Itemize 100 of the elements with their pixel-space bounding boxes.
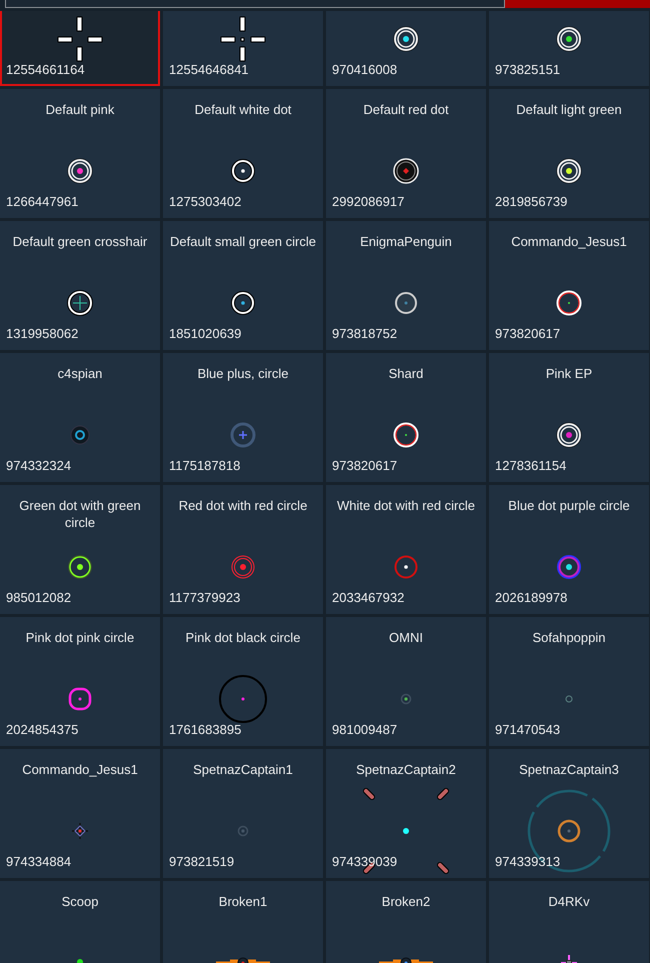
crosshair-name: D4RKv bbox=[548, 894, 590, 909]
crosshair-icon bbox=[230, 554, 256, 580]
crosshair-id: 1761683895 bbox=[169, 722, 242, 737]
crosshair-icon bbox=[221, 17, 265, 61]
crosshair-icon bbox=[230, 422, 256, 448]
crosshair-card[interactable]: Pink dot pink circle 2024854375 bbox=[0, 617, 160, 746]
crosshair-name: Commando_Jesus1 bbox=[511, 234, 627, 249]
crosshair-card[interactable]: Shard 973820617 bbox=[326, 353, 486, 482]
crosshair-icon bbox=[555, 157, 583, 185]
crosshair-card[interactable]: Default pink 1266447961 bbox=[0, 89, 160, 218]
crosshair-card[interactable]: 973825151 bbox=[489, 11, 649, 86]
crosshair-id: 971470543 bbox=[495, 722, 560, 737]
crosshair-icon bbox=[67, 554, 93, 580]
crosshair-id: 12554661164 bbox=[6, 62, 85, 77]
crosshair-card[interactable]: Commando_Jesus1 973820617 bbox=[489, 221, 649, 350]
crosshair-name: Red dot with red circle bbox=[178, 498, 308, 513]
crosshair-icon bbox=[58, 17, 102, 61]
crosshair-id: 974339313 bbox=[495, 854, 560, 869]
crosshair-id: 970416008 bbox=[332, 62, 398, 77]
crosshair-id: 2819856739 bbox=[495, 194, 568, 209]
crosshair-icon bbox=[66, 685, 94, 713]
crosshair-card[interactable]: 12554661164 bbox=[0, 11, 160, 86]
crosshair-card[interactable]: Default red dot 2992086917 bbox=[326, 89, 486, 218]
crosshair-icon bbox=[393, 290, 419, 316]
crosshair-card[interactable]: D4RKv bbox=[489, 881, 649, 963]
crosshair-id: 2992086917 bbox=[332, 194, 404, 209]
crosshair-id: 973820617 bbox=[332, 458, 398, 473]
crosshair-card[interactable]: SpetnazCaptain1 973821519 bbox=[163, 749, 323, 878]
crosshair-name: Default green crosshair bbox=[12, 234, 148, 249]
crosshair-icon bbox=[237, 825, 249, 837]
crosshair-card[interactable]: Pink dot black circle 1761683895 bbox=[163, 617, 323, 746]
crosshair-name: Green dot with green circle bbox=[19, 498, 141, 530]
crosshair-card[interactable]: Default white dot 1275303402 bbox=[163, 89, 323, 218]
crosshair-card[interactable]: White dot with red circle 2033467932 bbox=[326, 485, 486, 614]
crosshair-card[interactable]: Red dot with red circle 1177379923 bbox=[163, 485, 323, 614]
crosshair-name: Pink dot black circle bbox=[186, 630, 300, 645]
crosshair-id: 974339039 bbox=[332, 854, 398, 869]
crosshair-name: SpetnazCaptain3 bbox=[519, 762, 619, 777]
crosshair-icon bbox=[400, 693, 412, 705]
crosshair-icon bbox=[70, 821, 90, 841]
crosshair-name: Default pink bbox=[46, 102, 114, 117]
crosshair-name: Shard bbox=[388, 366, 424, 381]
crosshair-name: Pink dot pink circle bbox=[26, 630, 134, 645]
crosshair-id: 1851020639 bbox=[169, 326, 242, 341]
crosshair-icon bbox=[564, 694, 574, 704]
crosshair-card[interactable]: Blue dot purple circle 2026189978 bbox=[489, 485, 649, 614]
crosshair-icon bbox=[392, 157, 420, 185]
crosshair-name: Default white dot bbox=[194, 102, 292, 117]
crosshair-id: 1278361154 bbox=[495, 458, 566, 473]
crosshair-card[interactable]: Blue plus, circle 1175187818 bbox=[163, 353, 323, 482]
crosshair-card[interactable]: SpetnazCaptain2 974339039 bbox=[326, 749, 486, 878]
crosshair-name: Default light green bbox=[516, 102, 622, 117]
crosshair-id: 973821519 bbox=[169, 854, 234, 869]
crosshair-id: 973820617 bbox=[495, 326, 560, 341]
crosshair-name: White dot with red circle bbox=[337, 498, 475, 513]
crosshair-id: 1175187818 bbox=[169, 458, 240, 473]
crosshair-id: 1266447961 bbox=[6, 194, 78, 209]
crosshair-icon bbox=[230, 290, 256, 316]
crosshair-id: 2024854375 bbox=[6, 722, 78, 737]
crosshair-card[interactable]: Broken2 bbox=[326, 881, 486, 963]
crosshair-id: 974334884 bbox=[6, 854, 72, 869]
crosshair-name: Sofahpoppin bbox=[532, 630, 606, 645]
crosshair-name: Scoop bbox=[62, 894, 98, 909]
crosshair-card[interactable]: Green dot with green circle 985012082 bbox=[0, 485, 160, 614]
crosshair-name: Default small green circle bbox=[170, 234, 316, 249]
crosshair-card[interactable]: Commando_Jesus1 974334884 bbox=[0, 749, 160, 878]
crosshair-icon bbox=[555, 289, 583, 317]
crosshair-card[interactable]: Sofahpoppin 971470543 bbox=[489, 617, 649, 746]
crosshair-icon bbox=[393, 554, 419, 580]
crosshair-card[interactable]: 970416008 bbox=[326, 11, 486, 86]
crosshair-card[interactable]: 12554646841 bbox=[163, 11, 323, 86]
crosshair-icon bbox=[66, 157, 94, 185]
crosshair-card[interactable]: OMNI 981009487 bbox=[326, 617, 486, 746]
crosshair-name: c4spian bbox=[58, 366, 102, 381]
crosshair-icon bbox=[69, 424, 91, 446]
crosshair-card[interactable]: c4spian 974332324 bbox=[0, 353, 160, 482]
crosshair-card[interactable]: Default green crosshair 1319958062 bbox=[0, 221, 160, 350]
crosshair-id: 981009487 bbox=[332, 722, 398, 737]
crosshair-icon bbox=[392, 25, 420, 53]
crosshair-id: 12554646841 bbox=[169, 62, 249, 77]
crosshair-name: SpetnazCaptain1 bbox=[193, 762, 293, 777]
crosshair-id: 985012082 bbox=[6, 590, 72, 605]
crosshair-name: Commando_Jesus1 bbox=[22, 762, 138, 777]
crosshair-card[interactable]: Scoop bbox=[0, 881, 160, 963]
crosshair-card[interactable]: Pink EP 1278361154 bbox=[489, 353, 649, 482]
crosshair-id: 1319958062 bbox=[6, 326, 78, 341]
crosshair-id: 2033467932 bbox=[332, 590, 404, 605]
crosshair-icon bbox=[218, 674, 268, 724]
crosshair-name: Broken1 bbox=[218, 894, 268, 909]
crosshair-id: 974332324 bbox=[6, 458, 72, 473]
crosshair-card[interactable]: Default small green circle 1851020639 bbox=[163, 221, 323, 350]
crosshair-icon bbox=[555, 25, 583, 53]
crosshair-card[interactable]: Broken1 bbox=[163, 881, 323, 963]
crosshair-icon bbox=[230, 158, 256, 184]
crosshair-name: Broken2 bbox=[382, 894, 430, 909]
crosshair-icon bbox=[66, 289, 94, 317]
crosshair-card[interactable]: Default light green 2819856739 bbox=[489, 89, 649, 218]
crosshair-card[interactable]: SpetnazCaptain3 974339313 bbox=[489, 749, 649, 878]
crosshair-icon bbox=[392, 421, 420, 449]
crosshair-card[interactable]: EnigmaPenguin 973818752 bbox=[326, 221, 486, 350]
